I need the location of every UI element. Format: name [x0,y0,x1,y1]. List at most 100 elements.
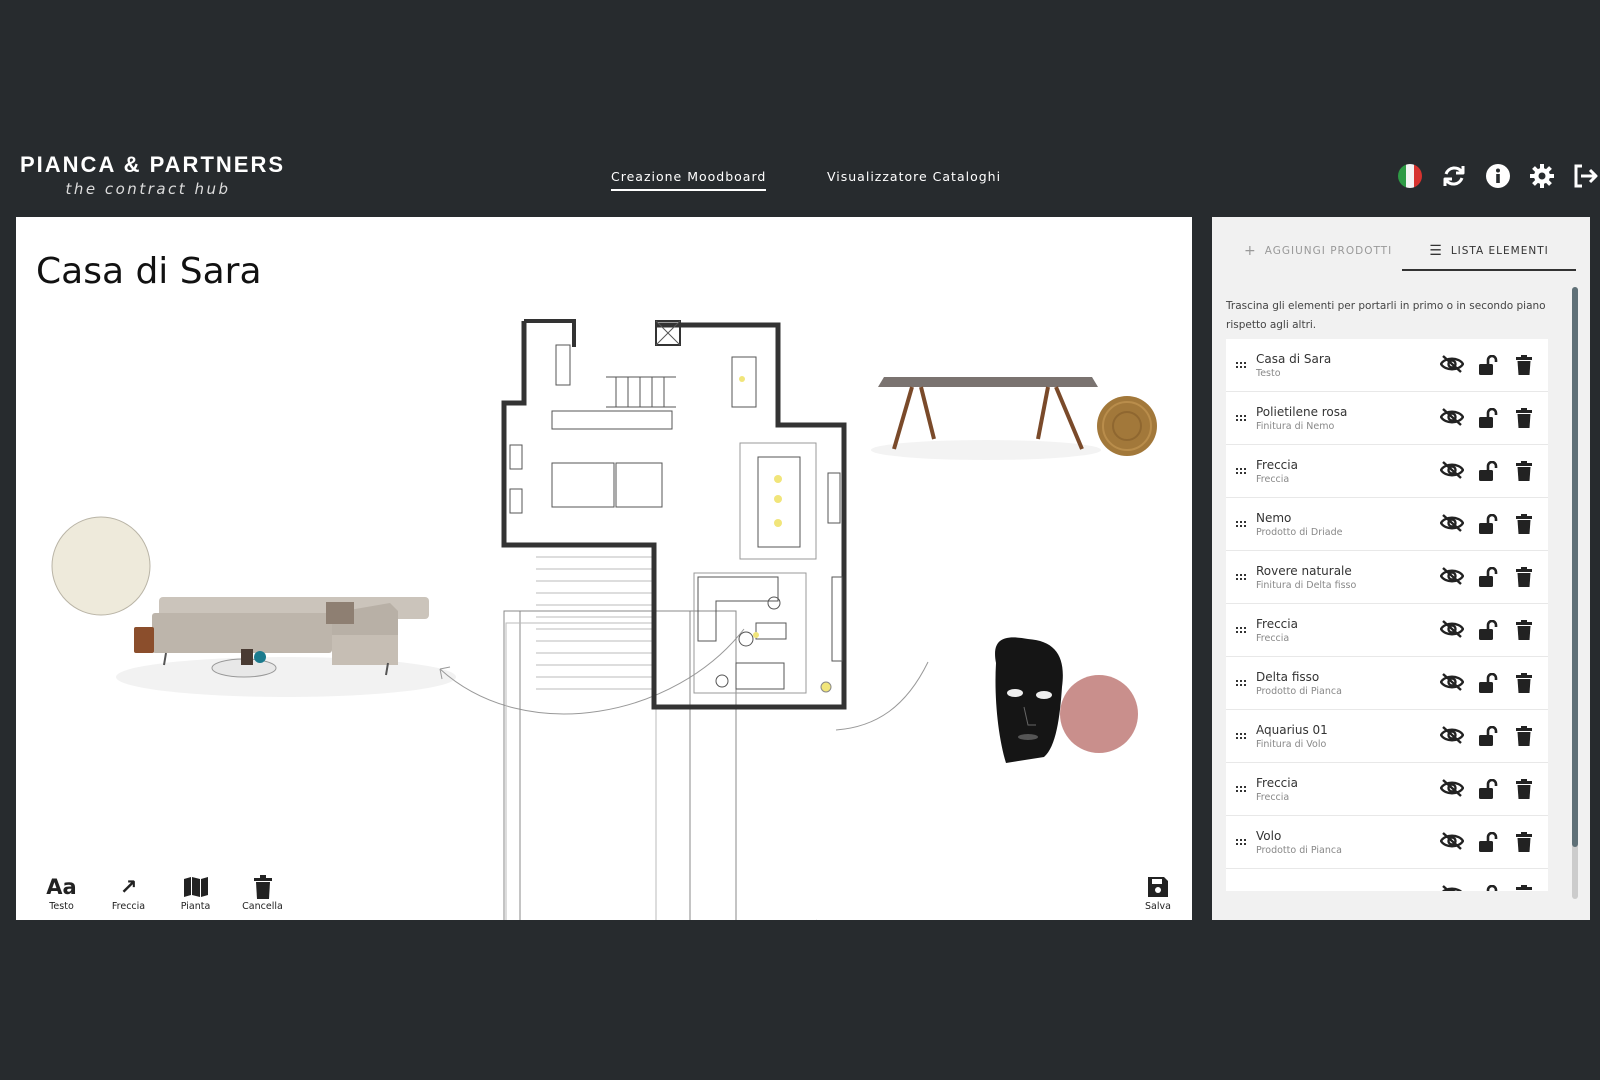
trash-icon[interactable] [1506,673,1542,693]
drag-handle-icon[interactable] [1226,415,1256,421]
settings-icon[interactable] [1520,162,1564,190]
trash-icon[interactable] [1506,620,1542,640]
save-button[interactable]: Salva [1138,873,1178,912]
tool-label: Cancella [242,901,283,912]
unlock-icon[interactable] [1470,620,1506,640]
trash-icon[interactable] [1506,885,1542,891]
plus-icon: + [1244,243,1257,259]
drag-handle-icon[interactable] [1226,680,1256,686]
unlock-icon[interactable] [1470,779,1506,799]
drag-handle-icon[interactable] [1226,521,1256,527]
eye-slash-icon[interactable] [1434,514,1470,534]
drag-handle-icon[interactable] [1226,839,1256,845]
list-item[interactable]: Volo Prodotto di Pianca [1226,816,1548,869]
eye-slash-icon[interactable] [1434,567,1470,587]
elements-panel: + AGGIUNGI PRODOTTI ☰ LISTA ELEMENTI Tra… [1212,217,1590,920]
tool-freccia[interactable]: ↗ Freccia [95,873,162,912]
item-name: Freccia [1256,457,1298,472]
main-nav: Creazione Moodboard Visualizzatore Catal… [0,169,1600,193]
list-item[interactable]: Nemo Prodotto di Driade [1226,498,1548,551]
tab-lista-elementi[interactable]: ☰ LISTA ELEMENTI [1402,233,1576,271]
item-name: Freccia [1256,616,1298,631]
unlock-icon[interactable] [1470,832,1506,852]
list-item[interactable]: Delta fisso Prodotto di Pianca [1226,657,1548,710]
item-actions [1434,355,1542,375]
trash-icon[interactable] [1506,461,1542,481]
list-item[interactable]: Freccia Freccia [1226,604,1548,657]
list-item[interactable]: Casa di Sara Testo [1226,339,1548,392]
list-item[interactable] [1226,869,1548,891]
tool-cancella[interactable]: Cancella [229,873,296,912]
italy-flag-icon[interactable] [1388,162,1432,190]
trash-icon[interactable] [1506,355,1542,375]
drag-handle-icon[interactable] [1226,362,1256,368]
tool-pianta[interactable]: Pianta [162,873,229,912]
item-name: Aquarius 01 [1256,722,1328,737]
scrollbar-thumb[interactable] [1572,287,1578,847]
dining-table-image [871,377,1101,460]
eye-slash-icon[interactable] [1434,673,1470,693]
list-item[interactable]: Rovere naturale Finitura di Delta fisso [1226,551,1548,604]
mask-chair-image [995,637,1063,763]
drag-handle-icon[interactable] [1226,733,1256,739]
eye-slash-icon[interactable] [1434,832,1470,852]
pink-swatch [1060,675,1138,753]
trash-icon[interactable] [1506,726,1542,746]
unlock-icon[interactable] [1470,461,1506,481]
eye-slash-icon[interactable] [1434,355,1470,375]
info-icon[interactable] [1476,162,1520,190]
unlock-icon[interactable] [1470,567,1506,587]
unlock-icon[interactable] [1470,885,1506,891]
unlock-icon[interactable] [1470,408,1506,428]
refresh-icon[interactable] [1432,162,1476,190]
item-text: Casa di Sara Testo [1256,352,1434,379]
item-text: Polietilene rosa Finitura di Nemo [1256,405,1434,432]
tool-label: Freccia [111,901,146,912]
list-item[interactable]: Aquarius 01 Finitura di Volo [1226,710,1548,763]
tool-testo[interactable]: Aa Testo [28,873,95,912]
nav-visualizzatore-cataloghi[interactable]: Visualizzatore Cataloghi [827,169,1001,184]
tool-label: Pianta [180,901,211,912]
save-label: Salva [1145,901,1171,912]
arrow-lines [439,628,929,920]
eye-slash-icon[interactable] [1434,885,1470,891]
list-item[interactable]: Freccia Freccia [1226,763,1548,816]
list-item[interactable]: Polietilene rosa Finitura di Nemo [1226,392,1548,445]
trash-icon[interactable] [1506,408,1542,428]
elements-list[interactable]: Casa di Sara Testo Polietilene rosa Fini… [1226,339,1548,891]
eye-slash-icon[interactable] [1434,408,1470,428]
eye-slash-icon[interactable] [1434,779,1470,799]
fabric-swatch [51,516,151,616]
trash-icon[interactable] [1506,832,1542,852]
board-toolbar: Aa Testo ↗ Freccia Pianta Cancella [28,873,296,912]
eye-slash-icon[interactable] [1434,620,1470,640]
item-actions [1434,461,1542,481]
drag-handle-icon[interactable] [1226,786,1256,792]
trash-icon[interactable] [1506,514,1542,534]
list-item[interactable]: Freccia Freccia [1226,445,1548,498]
eye-slash-icon[interactable] [1434,461,1470,481]
drag-handle-icon[interactable] [1226,627,1256,633]
item-actions [1434,673,1542,693]
board-artwork [51,319,1157,920]
tab-aggiungi-prodotti[interactable]: + AGGIUNGI PRODOTTI [1244,233,1404,269]
save-icon [1138,873,1178,901]
trash-icon[interactable] [1506,567,1542,587]
item-text: Freccia Freccia [1256,617,1434,644]
unlock-icon[interactable] [1470,726,1506,746]
arrow-icon: ↗ [119,875,138,899]
trash-icon[interactable] [1506,779,1542,799]
tab-label: AGGIUNGI PRODOTTI [1264,245,1393,257]
item-actions [1434,567,1542,587]
nav-creazione-moodboard[interactable]: Creazione Moodboard [611,169,767,191]
moodboard-canvas[interactable]: Casa di Sara Aa Testo ↗ Freccia Pianta C… [16,217,1192,920]
drag-handle-icon[interactable] [1226,574,1256,580]
item-name: Casa di Sara [1256,351,1332,366]
item-actions [1434,832,1542,852]
eye-slash-icon[interactable] [1434,726,1470,746]
unlock-icon[interactable] [1470,355,1506,375]
unlock-icon[interactable] [1470,673,1506,693]
drag-handle-icon[interactable] [1226,468,1256,474]
unlock-icon[interactable] [1470,514,1506,534]
logout-icon[interactable] [1564,162,1600,190]
